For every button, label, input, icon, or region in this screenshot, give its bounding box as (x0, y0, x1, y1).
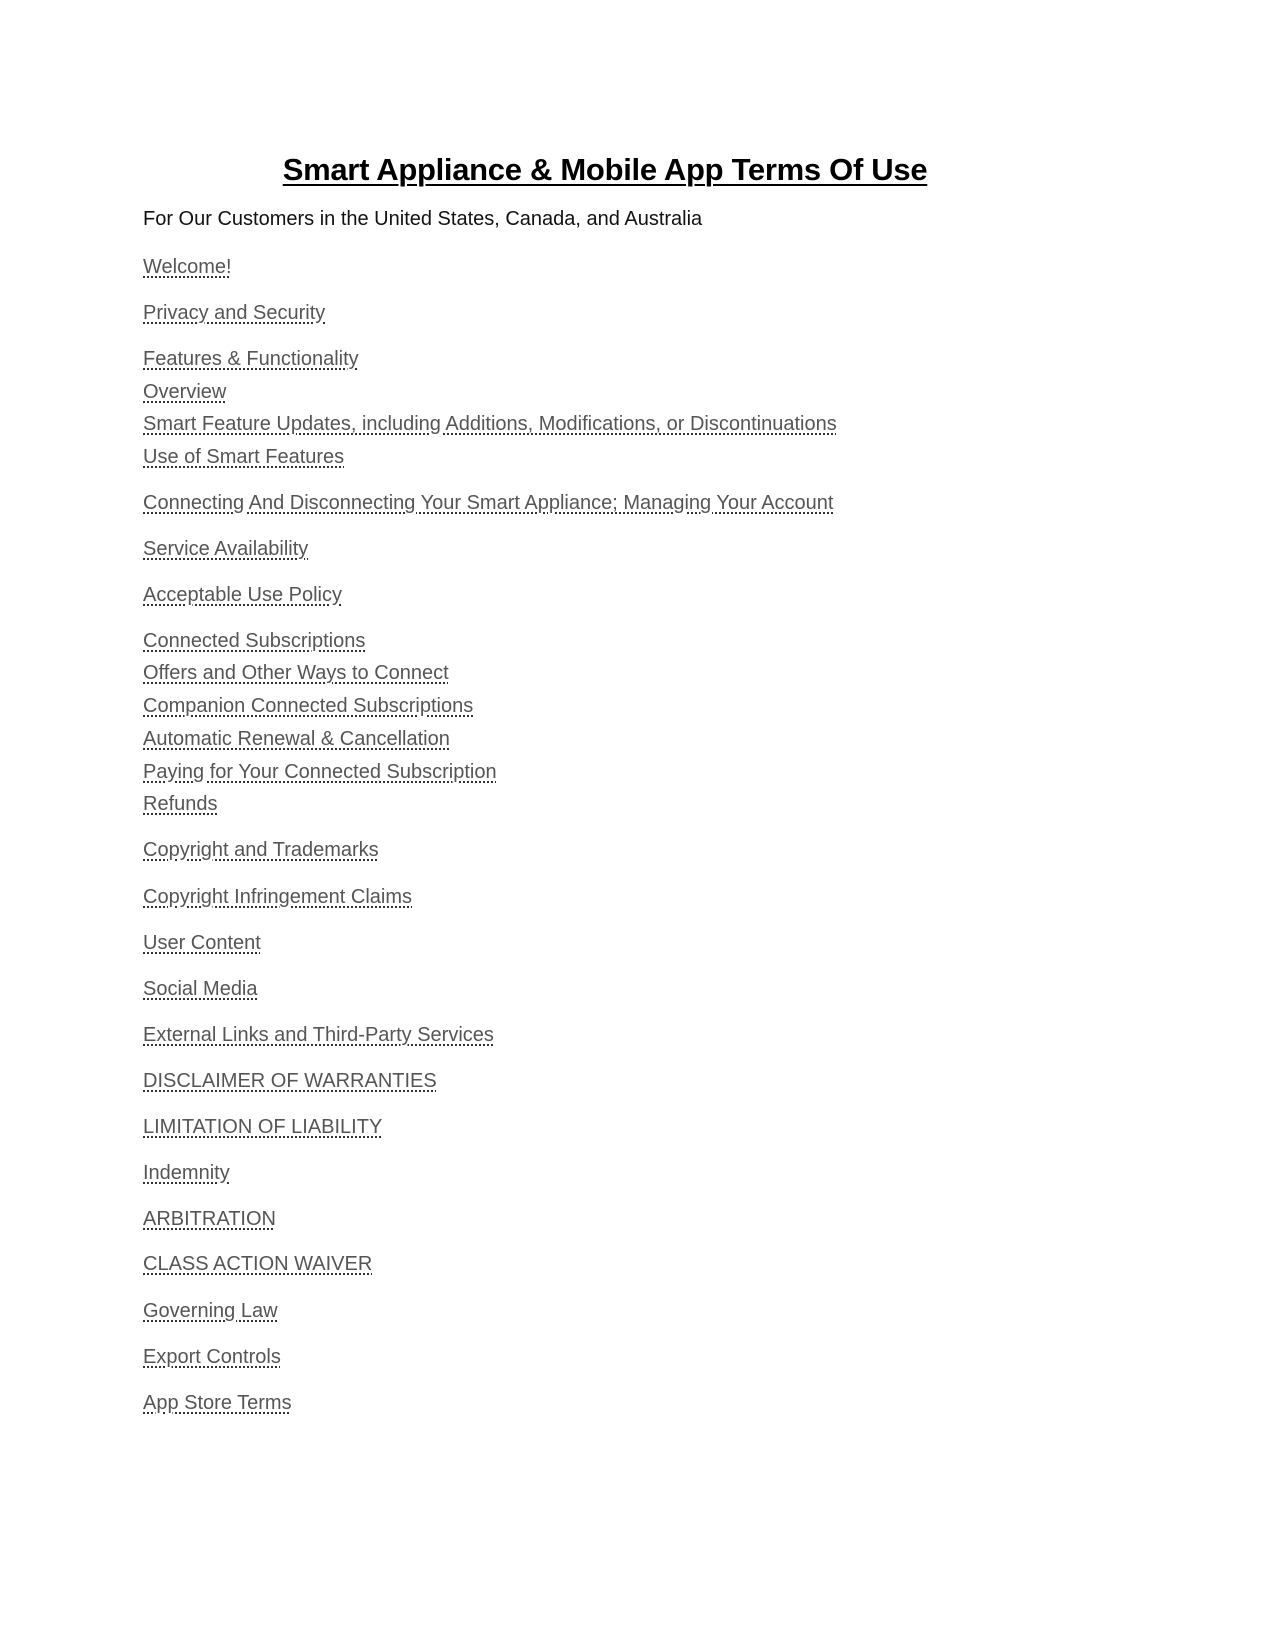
toc-link-companion-subscriptions[interactable]: Companion Connected Subscriptions (143, 695, 473, 718)
toc-link-external-links[interactable]: External Links and Third-Party Services (143, 1024, 494, 1047)
toc-link-user-content[interactable]: User Content (143, 932, 261, 955)
toc-link-service-availability[interactable]: Service Availability (143, 538, 308, 561)
toc-link-copyright-trademarks[interactable]: Copyright and Trademarks (143, 839, 379, 862)
toc-link-limitation-of-liability[interactable]: LIMITATION OF LIABILITY (143, 1116, 382, 1139)
toc-link-class-action-waiver[interactable]: CLASS ACTION WAIVER (143, 1253, 372, 1276)
toc-link-indemnity[interactable]: Indemnity (143, 1162, 230, 1185)
toc-link-governing-law[interactable]: Governing Law (143, 1300, 278, 1323)
toc-link-features-functionality[interactable]: Features & Functionality (143, 348, 359, 371)
toc-link-social-media[interactable]: Social Media (143, 978, 258, 1001)
toc-link-app-store-terms[interactable]: App Store Terms (143, 1392, 292, 1415)
toc-link-copyright-infringement[interactable]: Copyright Infringement Claims (143, 886, 412, 909)
toc-link-use-of-smart-features[interactable]: Use of Smart Features (143, 446, 344, 469)
toc-link-smart-feature-updates[interactable]: Smart Feature Updates, including Additio… (143, 413, 837, 436)
toc-link-paying-subscription[interactable]: Paying for Your Connected Subscription (143, 761, 497, 784)
toc-link-refunds[interactable]: Refunds (143, 793, 218, 816)
page-title: Smart Appliance & Mobile App Terms Of Us… (282, 152, 928, 187)
toc-link-disclaimer-of-warranties[interactable]: DISCLAIMER OF WARRANTIES (143, 1070, 437, 1093)
toc-link-welcome[interactable]: Welcome! (143, 256, 232, 279)
page-subtitle: For Our Customers in the United States, … (143, 208, 703, 230)
toc-link-offers-other-ways[interactable]: Offers and Other Ways to Connect (143, 662, 449, 685)
toc-link-acceptable-use-policy[interactable]: Acceptable Use Policy (143, 584, 342, 607)
toc-link-connecting-disconnecting[interactable]: Connecting And Disconnecting Your Smart … (143, 492, 833, 515)
toc-link-export-controls[interactable]: Export Controls (143, 1346, 281, 1369)
toc-link-arbitration[interactable]: ARBITRATION (143, 1208, 276, 1231)
toc-link-overview[interactable]: Overview (143, 381, 226, 404)
toc-link-automatic-renewal[interactable]: Automatic Renewal & Cancellation (143, 728, 450, 751)
toc-link-privacy-and-security[interactable]: Privacy and Security (143, 302, 325, 325)
toc-link-connected-subscriptions[interactable]: Connected Subscriptions (143, 630, 365, 653)
